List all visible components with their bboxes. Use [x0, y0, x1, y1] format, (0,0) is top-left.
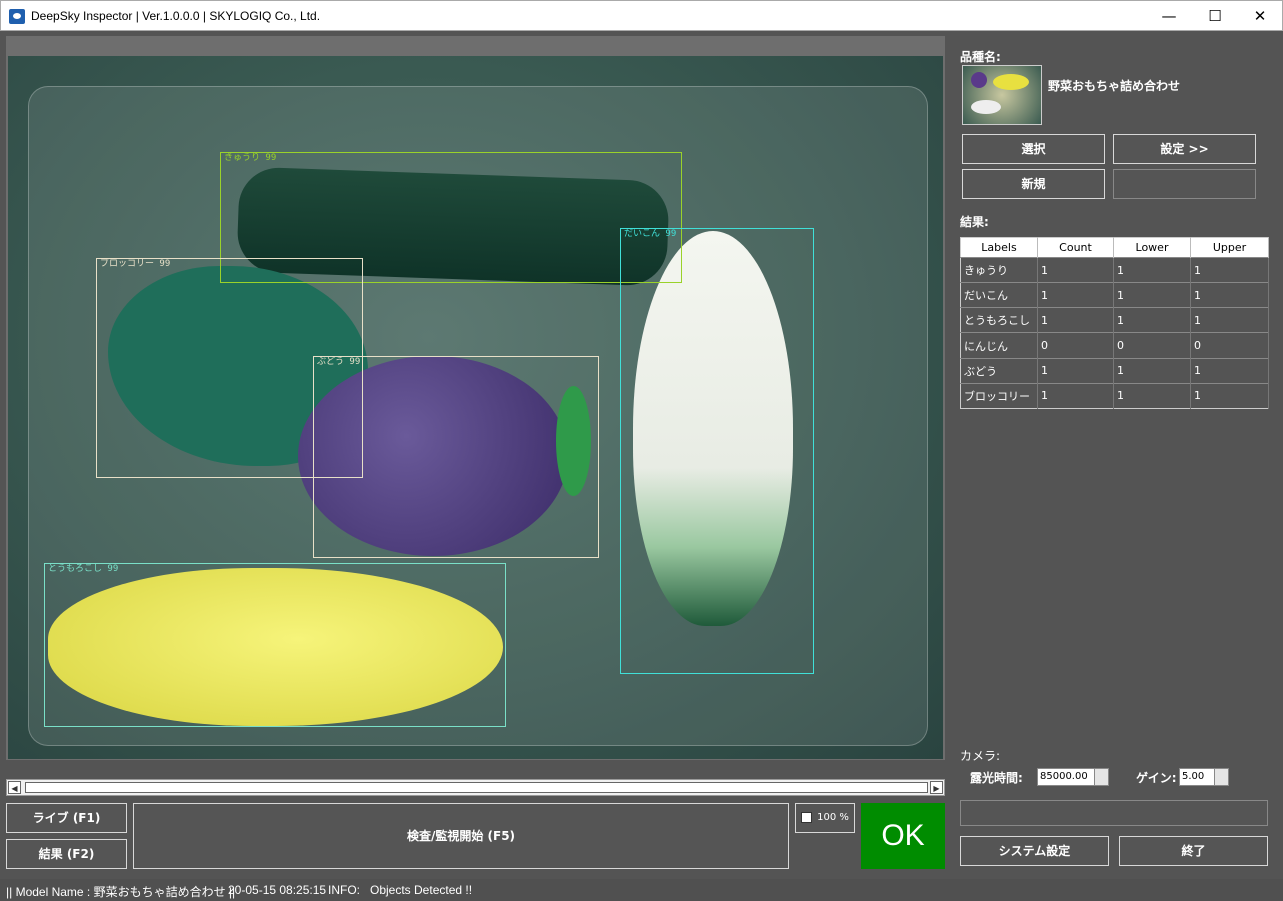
- cell: 0: [1037, 332, 1114, 359]
- app-icon: [9, 9, 25, 24]
- detection-label: きゅうり 99: [224, 153, 277, 163]
- cell: 1: [1190, 307, 1269, 333]
- cell: だいこん: [960, 282, 1038, 308]
- exposure-value: 85000.00: [1040, 771, 1088, 782]
- table-header: Labels Count Lower Upper: [960, 237, 1269, 258]
- product-label: 品種名:: [960, 50, 1001, 64]
- system-settings-button[interactable]: システム設定: [960, 836, 1109, 866]
- detection-label: だいこん 99: [624, 229, 677, 239]
- column-header: Upper: [1190, 237, 1269, 258]
- title-bar: DeepSky Inspector | Ver.1.0.0.0 | SKYLOG…: [0, 0, 1283, 31]
- cell: ぶどう: [960, 357, 1038, 384]
- product-name: 野菜おもちゃ詰め合わせ: [1048, 79, 1181, 93]
- column-header: Count: [1037, 237, 1114, 258]
- new-button[interactable]: 新規: [962, 169, 1105, 199]
- table-row: だいこん 1 1 1: [960, 282, 1269, 308]
- cell: 1: [1113, 382, 1191, 409]
- checkbox-icon[interactable]: [801, 811, 813, 823]
- gain-input[interactable]: 5.00: [1179, 768, 1229, 786]
- status-time: 20-05-15 08:25:15: [228, 883, 327, 897]
- progress-bar: [960, 800, 1268, 826]
- exposure-input[interactable]: 85000.00: [1037, 768, 1109, 786]
- status-bar: || Model Name : 野菜おもちゃ詰め合わせ || 20-05-15 …: [0, 879, 1283, 901]
- status-model: || Model Name : 野菜おもちゃ詰め合わせ ||: [6, 885, 236, 899]
- results-label: 結果:: [960, 215, 989, 229]
- results-table: Labels Count Lower Upper きゅうり 1 1 1 だいこん 1 1 1…: [960, 237, 1269, 409]
- cell: 1: [1037, 307, 1114, 333]
- detection-label: ブロッコリー 99: [100, 259, 171, 269]
- cell: 1: [1037, 382, 1114, 409]
- maximize-button[interactable]: ☐: [1192, 1, 1238, 31]
- cell: きゅうり: [960, 256, 1038, 283]
- spinner-arrows-icon[interactable]: [1094, 769, 1108, 785]
- exit-button[interactable]: 終了: [1119, 836, 1268, 866]
- empty-button: [1113, 169, 1256, 199]
- cell: 1: [1113, 282, 1191, 308]
- image-viewer: きゅうり 99 ブロッコリー 99 ぶどう 99 だいこん 99 とうもろこし …: [6, 36, 945, 760]
- cell: 1: [1190, 357, 1269, 384]
- cell: 1: [1113, 256, 1191, 283]
- cell: 1: [1037, 357, 1114, 384]
- detection-box-daikon: だいこん 99: [620, 228, 814, 674]
- close-button[interactable]: ✕: [1237, 1, 1283, 31]
- cell: 1: [1190, 382, 1269, 409]
- minimize-button[interactable]: —: [1146, 1, 1192, 31]
- scroll-thumb[interactable]: [25, 782, 928, 793]
- settings-button[interactable]: 設定 >>: [1113, 134, 1256, 164]
- cell: とうもろこし: [960, 307, 1038, 333]
- detection-box-grapes: ぶどう 99: [313, 356, 599, 558]
- verdict-indicator: OK: [861, 803, 945, 869]
- cell: 1: [1037, 256, 1114, 283]
- detection-label: とうもろこし 99: [48, 564, 119, 574]
- scroll-right-icon[interactable]: ▶: [930, 781, 943, 794]
- zoom-checkbox[interactable]: 100 %: [795, 803, 855, 833]
- table-row: とうもろこし 1 1 1: [960, 307, 1269, 333]
- gain-value: 5.00: [1182, 771, 1205, 782]
- column-header: Labels: [960, 237, 1038, 258]
- cell: 0: [1190, 332, 1269, 359]
- cell: 1: [1190, 256, 1269, 283]
- cell: ブロッコリー: [960, 382, 1038, 409]
- column-header: Lower: [1113, 237, 1191, 258]
- image-scrollbar[interactable]: ◀ ▶: [6, 779, 945, 796]
- camera-label: カメラ:: [960, 749, 1001, 763]
- cell: 1: [1037, 282, 1114, 308]
- cell: 1: [1113, 307, 1191, 333]
- inspect-start-button[interactable]: 検査/監視開始 (F5): [133, 803, 789, 869]
- product-thumbnail: [962, 65, 1042, 125]
- status-info: INFO: Objects Detected !!: [328, 883, 473, 897]
- table-row: にんじん 0 0 0: [960, 332, 1269, 359]
- result-button[interactable]: 結果 (F2): [6, 839, 127, 869]
- gain-label: ゲイン:: [1136, 771, 1177, 785]
- cell: にんじん: [960, 332, 1038, 359]
- cell: 1: [1113, 357, 1191, 384]
- select-button[interactable]: 選択: [962, 134, 1105, 164]
- live-button[interactable]: ライブ (F1): [6, 803, 127, 833]
- table-row: ぶどう 1 1 1: [960, 357, 1269, 384]
- table-row: きゅうり 1 1 1: [960, 256, 1269, 283]
- cell: 1: [1190, 282, 1269, 308]
- scroll-left-icon[interactable]: ◀: [8, 781, 21, 794]
- detection-box-corn: とうもろこし 99: [44, 563, 506, 727]
- window-title: DeepSky Inspector | Ver.1.0.0.0 | SKYLOG…: [31, 9, 321, 23]
- spinner-arrows-icon[interactable]: [1214, 769, 1228, 785]
- table-row: ブロッコリー 1 1 1: [960, 382, 1269, 409]
- detection-label: ぶどう 99: [317, 357, 361, 367]
- zoom-label: 100 %: [817, 812, 849, 823]
- inspection-image: きゅうり 99 ブロッコリー 99 ぶどう 99 だいこん 99 とうもろこし …: [8, 56, 943, 759]
- cell: 0: [1113, 332, 1191, 359]
- exposure-label: 露光時間:: [970, 771, 1023, 785]
